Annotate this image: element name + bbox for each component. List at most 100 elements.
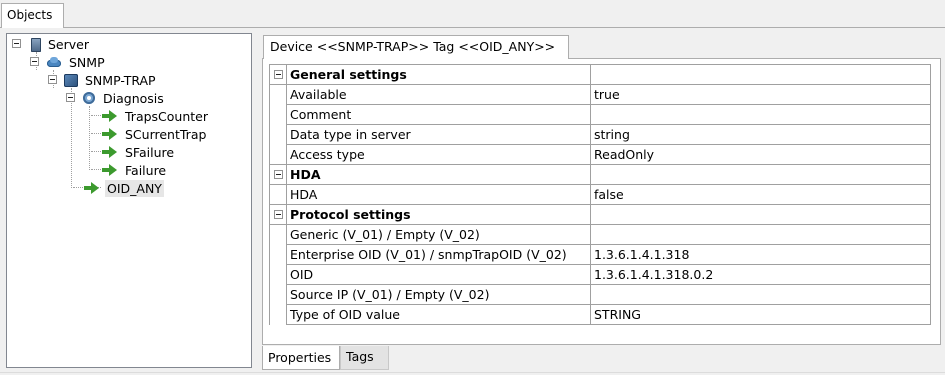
tree-item-label: OID_ANY (105, 179, 164, 197)
tree-item-scurrenttrap[interactable]: SCurrentTrap (102, 125, 208, 143)
property-value[interactable] (590, 224, 931, 245)
collapse-category-icon[interactable] (273, 210, 283, 219)
property-row[interactable]: Enterprise OID (V_01) / snmpTrapOID (V_0… (269, 244, 931, 265)
category-name: HDA (286, 164, 591, 185)
tree-item-label: SNMP (69, 54, 105, 70)
row-gutter (269, 304, 287, 325)
snmp-cloud-icon (46, 57, 62, 67)
property-row[interactable]: Generic (V_01) / Empty (V_02) (269, 224, 931, 245)
tree-item-label: Failure (125, 162, 167, 178)
property-row[interactable]: HDA false (269, 184, 931, 205)
collapse-snmp-trap-toggle[interactable] (48, 75, 57, 84)
property-name: Type of OID value (286, 304, 591, 325)
property-value[interactable]: STRING (590, 304, 931, 325)
property-name: Source IP (V_01) / Empty (V_02) (286, 284, 591, 305)
row-gutter (269, 124, 287, 145)
row-gutter (269, 184, 287, 205)
property-name: HDA (286, 184, 591, 205)
collapse-server-toggle[interactable] (12, 39, 21, 48)
tree-item-label: SFailure (125, 144, 175, 160)
application-window: Objects Server SNMP SNMP-TRAP Diagnosis … (0, 0, 945, 375)
row-gutter (269, 104, 287, 125)
property-row[interactable]: Comment (269, 104, 931, 125)
property-row[interactable]: Data type in server string (269, 124, 931, 145)
property-row[interactable]: Available true (269, 84, 931, 105)
property-name: OID (286, 264, 591, 285)
category-toggle-cell[interactable] (269, 164, 287, 185)
row-gutter (269, 224, 287, 245)
property-name: Comment (286, 104, 591, 125)
tag-arrow-icon (102, 128, 118, 140)
property-grid: General settings Available true Comment Data… (269, 64, 931, 325)
row-gutter (269, 244, 287, 265)
tree-item-oid-any[interactable]: OID_ANY (84, 179, 164, 197)
collapse-diagnosis-toggle[interactable] (66, 93, 75, 102)
tree-item-snmp[interactable]: SNMP (46, 53, 107, 71)
property-row[interactable]: Type of OID value STRING (269, 304, 931, 325)
property-row[interactable]: OID 1.3.6.1.4.1.318.0.2 (269, 264, 931, 285)
tree-line (91, 115, 101, 116)
tree-line (91, 151, 101, 152)
row-gutter (269, 144, 287, 165)
property-value[interactable]: false (590, 184, 931, 205)
tag-arrow-icon (102, 110, 118, 122)
category-toggle-cell[interactable] (269, 204, 287, 225)
tree-item-label: Server (48, 36, 89, 52)
tree-item-label: SCurrentTrap (125, 126, 207, 142)
property-name: Data type in server (286, 124, 591, 145)
collapse-snmp-toggle[interactable] (30, 57, 39, 66)
tab-tags[interactable]: Tags (340, 346, 389, 370)
tree-item-server[interactable]: Server (28, 35, 91, 53)
property-value[interactable]: 1.3.6.1.4.1.318 (590, 244, 931, 265)
tree-item-label: SNMP-TRAP (85, 72, 156, 88)
details-panel: Device <<SNMP-TRAP>> Tag <<OID_ANY>> Gen… (258, 29, 944, 372)
category-name: Protocol settings (286, 204, 591, 225)
collapse-category-icon[interactable] (273, 170, 283, 179)
property-value[interactable] (590, 284, 931, 305)
tab-properties[interactable]: Properties (262, 346, 340, 370)
category-row[interactable]: Protocol settings (269, 204, 931, 225)
property-grid-container: General settings Available true Comment Data… (262, 58, 941, 345)
property-row[interactable]: Source IP (V_01) / Empty (V_02) (269, 284, 931, 305)
tag-arrow-icon (102, 146, 118, 158)
object-tree[interactable]: Server SNMP SNMP-TRAP Diagnosis TrapsCou… (6, 33, 252, 368)
device-icon (64, 73, 78, 87)
tree-line (91, 133, 101, 134)
tree-item-diagnosis[interactable]: Diagnosis (82, 89, 166, 107)
tag-arrow-icon (102, 164, 118, 176)
property-value[interactable]: 1.3.6.1.4.1.318.0.2 (590, 264, 931, 285)
tree-line (91, 169, 101, 170)
property-name: Access type (286, 144, 591, 165)
collapse-category-icon[interactable] (273, 70, 283, 79)
category-row[interactable]: HDA (269, 164, 931, 185)
property-value[interactable]: ReadOnly (590, 144, 931, 165)
row-gutter (269, 264, 287, 285)
tree-item-trapscounter[interactable]: TrapsCounter (102, 107, 210, 125)
property-value[interactable]: true (590, 84, 931, 105)
row-gutter (269, 84, 287, 105)
property-row[interactable]: Access type ReadOnly (269, 144, 931, 165)
server-icon (31, 37, 41, 52)
panel-splitter[interactable] (253, 30, 257, 372)
property-name: Available (286, 84, 591, 105)
category-name: General settings (286, 64, 591, 85)
category-value-cell (590, 64, 931, 85)
tab-device-tag[interactable]: Device <<SNMP-TRAP>> Tag <<OID_ANY>> (263, 35, 569, 59)
property-value[interactable] (590, 104, 931, 125)
row-gutter (269, 284, 287, 305)
property-name: Enterprise OID (V_01) / snmpTrapOID (V_0… (286, 244, 591, 265)
tree-item-label: Diagnosis (103, 90, 164, 106)
tree-item-snmp-trap[interactable]: SNMP-TRAP (64, 71, 158, 89)
tab-objects[interactable]: Objects (1, 3, 64, 28)
tree-line (71, 88, 72, 188)
tree-line (89, 106, 90, 170)
category-toggle-cell[interactable] (269, 64, 287, 85)
tree-item-sfailure[interactable]: SFailure (102, 143, 176, 161)
category-row[interactable]: General settings (269, 64, 931, 85)
property-value[interactable]: string (590, 124, 931, 145)
tree-item-failure[interactable]: Failure (102, 161, 168, 179)
property-name: Generic (V_01) / Empty (V_02) (286, 224, 591, 245)
tree-item-label: TrapsCounter (125, 108, 208, 124)
tag-arrow-icon (84, 182, 100, 194)
tab-strip-divider (0, 27, 945, 28)
